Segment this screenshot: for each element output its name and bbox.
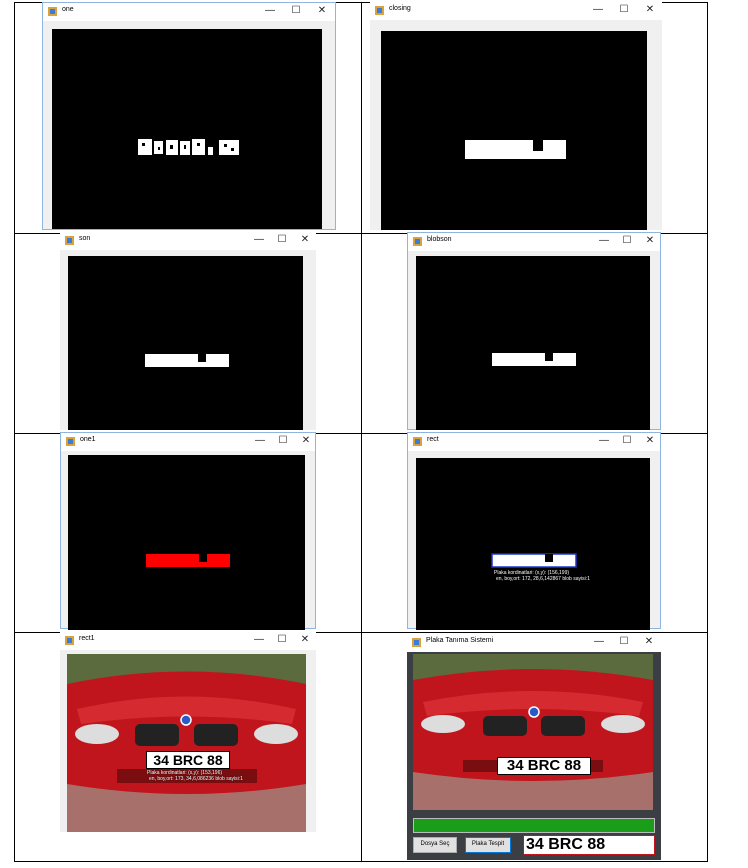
image-canvas	[381, 31, 647, 230]
progress-fill	[414, 819, 654, 832]
minimize-icon[interactable]: —	[252, 234, 266, 246]
result-plate-text: 34 BRC 88	[523, 835, 655, 855]
window-main-app: Plaka Tanıma Sistemi — ☐ ✕ 34 BRC 88 Dos…	[407, 634, 661, 860]
closed-plate-image	[465, 140, 566, 159]
image-canvas: Plaka kordinatlari: (x,y): (156,199) en,…	[416, 458, 650, 630]
app-icon	[413, 237, 422, 246]
maximize-icon[interactable]: ☐	[276, 435, 290, 447]
window-title: one1	[80, 436, 96, 443]
image-canvas	[416, 256, 650, 430]
window-title: son	[79, 235, 91, 242]
title-bar[interactable]: rect — ☐ ✕	[408, 433, 660, 451]
car-image: 34 BRC 88 Plaka kordinatlari: (x,y): (15…	[67, 654, 306, 832]
detect-plate-button[interactable]: Plaka Tespit	[465, 837, 511, 853]
window-title: closing	[389, 5, 411, 12]
close-icon[interactable]: ✕	[298, 234, 312, 246]
plate-text: 34 BRC 88	[146, 751, 230, 769]
maximize-icon[interactable]: ☐	[275, 634, 289, 646]
binary-plate-image	[138, 139, 239, 155]
title-bar[interactable]: one1 — ☐ ✕	[61, 433, 315, 451]
title-bar[interactable]: closing — ☐ ✕	[370, 2, 662, 20]
maximize-icon[interactable]: ☐	[617, 4, 631, 16]
close-icon[interactable]: ✕	[643, 4, 657, 16]
minimize-icon[interactable]: —	[252, 634, 266, 646]
app-icon	[413, 437, 422, 446]
window-title: one	[62, 6, 74, 13]
title-bar[interactable]: son — ☐ ✕	[60, 232, 316, 250]
window-rect: rect — ☐ ✕ Plaka kordinatlari: (x,y): (1…	[407, 432, 661, 630]
car-photo-graphic	[67, 654, 306, 832]
title-bar[interactable]: blobson — ☐ ✕	[408, 233, 660, 251]
maximize-icon[interactable]: ☐	[617, 636, 631, 648]
maximize-icon[interactable]: ☐	[289, 5, 303, 17]
minimize-icon[interactable]: —	[597, 235, 611, 247]
select-file-button[interactable]: Dosya Seç	[413, 837, 457, 853]
app-icon	[48, 7, 57, 16]
window-title: Plaka Tanıma Sistemi	[426, 637, 494, 644]
title-bar[interactable]: rect1 — ☐ ✕	[60, 632, 316, 650]
app-icon	[65, 236, 74, 245]
minimize-icon[interactable]: —	[591, 4, 605, 16]
red-plate-image	[146, 554, 230, 567]
app-icon	[375, 6, 384, 15]
progress-bar	[413, 818, 655, 833]
window-son: son — ☐ ✕	[60, 232, 316, 430]
app-icon	[65, 636, 74, 645]
minimize-icon[interactable]: —	[592, 636, 606, 648]
blob-plate-image	[492, 353, 576, 366]
car-image: 34 BRC 88	[413, 654, 653, 810]
image-canvas	[68, 256, 303, 430]
window-title: blobson	[427, 236, 452, 243]
image-canvas	[52, 29, 322, 229]
plate-size-label: en, boy,ort: 172, 28,6,142867 blob sayis…	[496, 576, 590, 582]
close-icon[interactable]: ✕	[643, 435, 657, 447]
title-bar[interactable]: one — ☐ ✕	[43, 3, 335, 21]
son-plate-image	[145, 354, 229, 367]
image-canvas	[68, 455, 305, 630]
close-icon[interactable]: ✕	[642, 636, 656, 648]
title-bar[interactable]: Plaka Tanıma Sistemi — ☐ ✕	[407, 634, 661, 652]
window-rect1: rect1 — ☐ ✕ 34 BRC 88 Plaka kordinatlari…	[60, 632, 316, 832]
minimize-icon[interactable]: —	[597, 435, 611, 447]
close-icon[interactable]: ✕	[299, 435, 313, 447]
minimize-icon[interactable]: —	[263, 5, 277, 17]
window-one1: one1 — ☐ ✕	[60, 432, 316, 630]
window-title: rect	[427, 436, 439, 443]
close-icon[interactable]: ✕	[315, 5, 329, 17]
window-one: one — ☐ ✕	[42, 2, 336, 230]
maximize-icon[interactable]: ☐	[620, 235, 634, 247]
minimize-icon[interactable]: —	[253, 435, 267, 447]
window-blobson: blobson — ☐ ✕	[407, 232, 661, 430]
rect-plate-image	[491, 553, 577, 568]
close-icon[interactable]: ✕	[643, 235, 657, 247]
close-icon[interactable]: ✕	[298, 634, 312, 646]
window-closing: closing — ☐ ✕	[370, 2, 662, 230]
window-title: rect1	[79, 635, 95, 642]
plate-text: 34 BRC 88	[497, 757, 591, 775]
app-icon	[66, 437, 75, 446]
grid-divider	[361, 3, 362, 861]
maximize-icon[interactable]: ☐	[275, 234, 289, 246]
maximize-icon[interactable]: ☐	[620, 435, 634, 447]
app-icon	[412, 638, 421, 647]
car-photo-graphic	[413, 654, 653, 810]
plate-size-label: en, boy,ort: 173, 34,6,086236 blob sayis…	[149, 776, 243, 782]
